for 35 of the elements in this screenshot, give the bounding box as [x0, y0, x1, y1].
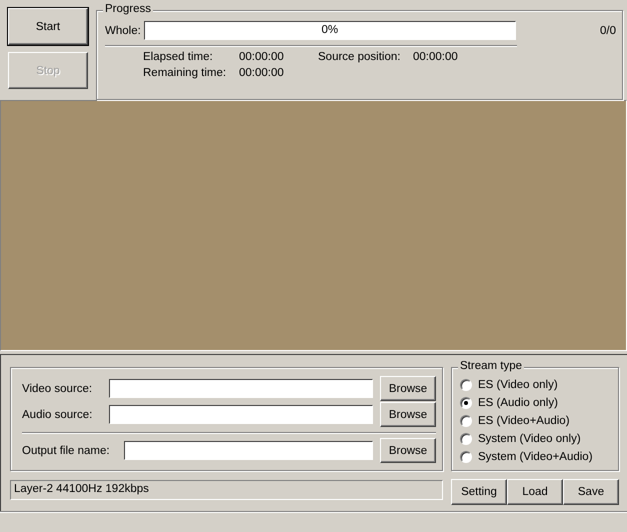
- action-button[interactable]: Load: [507, 478, 563, 505]
- browse-button[interactable]: Browse: [380, 438, 436, 464]
- field-label: Output file name:: [22, 444, 111, 457]
- input-field[interactable]: [109, 379, 373, 398]
- time-label: Remaining time:: [143, 67, 228, 81]
- radio-label[interactable]: System (Video+Audio): [478, 450, 593, 463]
- progress-count: 0/0: [600, 24, 616, 36]
- time-value: 00:00:00: [239, 67, 284, 81]
- action-button[interactable]: Setting: [451, 478, 507, 505]
- radio-label[interactable]: System (Video only): [478, 432, 581, 445]
- radio-label[interactable]: ES (Video only): [478, 378, 558, 391]
- radio-button[interactable]: [460, 378, 472, 391]
- action-button[interactable]: Start: [8, 8, 88, 45]
- input-field[interactable]: [109, 405, 373, 424]
- whole-label: Whole:: [105, 24, 141, 36]
- radio-button[interactable]: [460, 432, 472, 445]
- group-title: Progress: [103, 3, 154, 15]
- time-label: Elapsed time:: [143, 51, 214, 65]
- radio-label[interactable]: ES (Audio only): [478, 396, 558, 409]
- time-label: Source position:: [318, 51, 402, 65]
- action-button[interactable]: Save: [563, 478, 619, 505]
- field-label: Video source:: [22, 382, 94, 395]
- input-field[interactable]: [124, 441, 373, 460]
- time-value: 00:00:00: [239, 51, 284, 65]
- browse-button[interactable]: Browse: [380, 402, 436, 428]
- radio-button[interactable]: [460, 450, 472, 463]
- radio-label[interactable]: ES (Video+Audio): [478, 414, 570, 427]
- field-label: Audio source:: [22, 408, 94, 421]
- group-title: Stream type: [458, 360, 524, 372]
- time-value: 00:00:00: [413, 51, 458, 65]
- radio-button[interactable]: [460, 396, 472, 409]
- radio-button[interactable]: [460, 414, 472, 427]
- progress-percent: 0%: [321, 24, 338, 36]
- browse-button[interactable]: Browse: [380, 376, 436, 402]
- info-field: Layer-2 44100Hz 192kbps: [10, 480, 443, 500]
